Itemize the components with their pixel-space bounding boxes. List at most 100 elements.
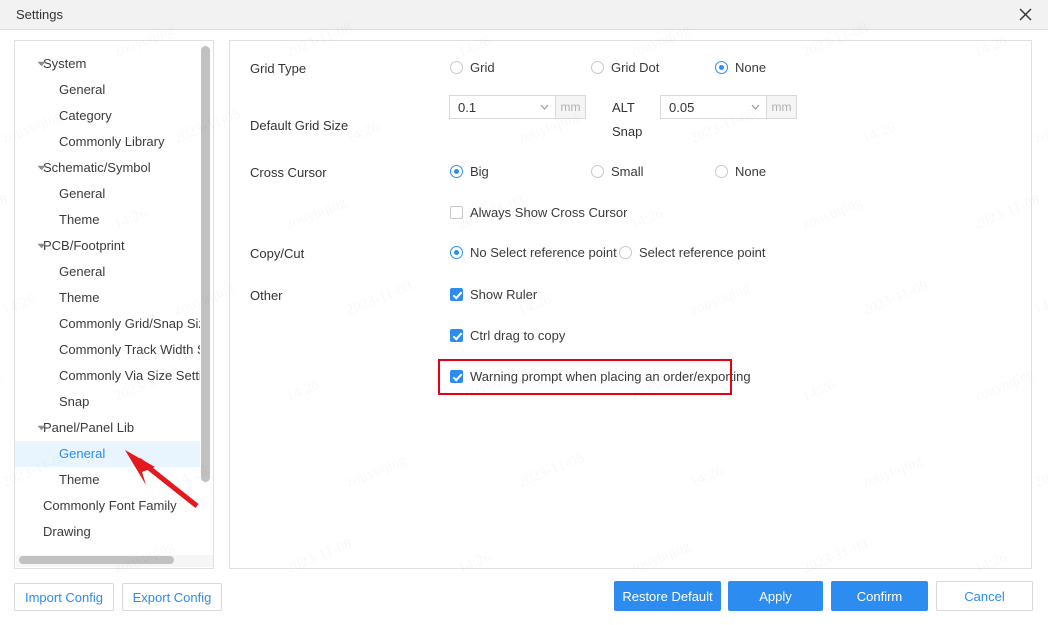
radio-label: Big [470,164,489,179]
default-grid-size-select[interactable]: 0.1 [449,95,556,119]
chevron-down-icon [533,104,555,110]
sidebar-item-commonly-track-width-setting[interactable]: Commonly Track Width Setting [15,337,201,363]
sidebar-item-category[interactable]: Category [15,103,201,129]
cancel-button[interactable]: Cancel [936,581,1033,611]
settings-tree[interactable]: System General Category Commonly Library Sch… [15,41,201,556]
alt-snap-grid-size-unit: mm [767,95,797,119]
sidebar-item-schematic-symbol[interactable]: Schematic/Symbol [15,155,201,181]
chevron-down-icon[interactable] [37,415,46,441]
sidebar-horizontal-scrollbar-thumb[interactable] [19,556,174,564]
page-title: Settings [16,7,63,22]
sidebar-item-general[interactable]: General [15,259,201,285]
sidebar-vertical-scrollbar-thumb[interactable] [201,46,210,482]
sidebar-item-general[interactable]: General [15,441,201,467]
radio-grid-type-none[interactable]: None [715,60,766,75]
radio-indicator [715,61,728,74]
close-icon[interactable] [1002,0,1048,29]
sidebar-vertical-scrollbar-track[interactable] [200,42,212,554]
default-grid-size-label: Default Grid Size [250,118,349,133]
sidebar-item-label: Category [59,108,112,123]
sidebar-item-general[interactable]: General [15,77,201,103]
import-config-button[interactable]: Import Config [14,583,114,611]
sidebar-item-commonly-library[interactable]: Commonly Library [15,129,201,155]
default-grid-size-unit: mm [556,95,586,119]
sidebar-item-commonly-grid-snap-size-setting[interactable]: Commonly Grid/Snap Size Setting [15,311,201,337]
restore-default-button[interactable]: Restore Default [614,581,721,611]
radio-label: Grid [470,60,495,75]
default-grid-size-value: 0.1 [458,99,477,115]
chevron-down-icon [744,104,766,110]
checkbox-indicator [450,206,463,219]
radio-grid-type-grid[interactable]: Grid [450,60,495,75]
sidebar-item-theme[interactable]: Theme [15,207,201,233]
watermark-text: 2023-11-08 [0,192,11,234]
sidebar-item-commonly-via-size-setting[interactable]: Commonly Via Size Setting [15,363,201,389]
watermark-text: zouyuqing [1032,108,1048,147]
confirm-button[interactable]: Confirm [831,581,928,611]
chevron-down-icon[interactable] [37,155,46,181]
apply-button[interactable]: Apply [728,581,823,611]
sidebar-item-label: Commonly Grid/Snap Size Setting [59,316,201,331]
checkbox-warning-prompt-order-export[interactable]: Warning prompt when placing an order/exp… [450,369,751,384]
sidebar-item-theme[interactable]: Theme [15,285,201,311]
sidebar-item-theme[interactable]: Theme [15,467,201,493]
sidebar-item-system[interactable]: System [15,51,201,77]
sidebar-item-panel-panel-lib[interactable]: Panel/Panel Lib [15,415,201,441]
sidebar-item-label: General [59,446,106,461]
other-label: Other [250,288,283,303]
sidebar-item-label: Snap [59,394,90,409]
sidebar-item-commonly-font-family[interactable]: Commonly Font Family [15,493,201,519]
sidebar-item-label: General [59,82,106,97]
sidebar-item-label: Panel/Panel Lib [43,420,135,435]
checkbox-always-show-cross-cursor[interactable]: Always Show Cross Cursor [450,205,628,220]
radio-copy-cut-no-select-reference-point[interactable]: No Select reference point [450,245,617,260]
sidebar-item-label: System [43,56,87,71]
alt-snap-label-line2: Snap [612,124,643,139]
alt-snap-grid-size-select[interactable]: 0.05 [660,95,767,119]
radio-indicator [450,165,463,178]
radio-label: Small [611,164,644,179]
checkbox-ctrl-drag-to-copy[interactable]: Ctrl drag to copy [450,328,565,343]
sidebar-item-label: Commonly Library [59,134,165,149]
radio-cross-cursor-small[interactable]: Small [591,164,644,179]
radio-copy-cut-select-reference-point[interactable]: Select reference point [619,245,765,260]
window-titlebar: Settings [0,0,1048,30]
checkbox-label: Warning prompt when placing an order/exp… [470,369,751,384]
alt-snap-grid-size-value: 0.05 [669,99,695,115]
sidebar-item-label: Drawing [43,524,91,539]
radio-label: No Select reference point [470,245,617,260]
radio-label: None [735,60,767,75]
radio-label: None [735,164,767,179]
checkbox-indicator [450,329,463,342]
sidebar-item-label: Theme [59,472,100,487]
export-config-button[interactable]: Export Config [122,583,222,611]
radio-cross-cursor-none[interactable]: None [715,164,766,179]
sidebar-item-snap[interactable]: Snap [15,389,201,415]
checkbox-label: Show Ruler [470,287,538,302]
sidebar-item-label: Theme [59,290,100,305]
sidebar-item-drawing[interactable]: Drawing [15,519,201,545]
chevron-down-icon[interactable] [37,233,46,259]
radio-grid-type-grid-dot[interactable]: Grid Dot [591,60,659,75]
radio-cross-cursor-big[interactable]: Big [450,164,489,179]
chevron-down-icon[interactable] [37,51,46,77]
sidebar-item-label: General [59,186,106,201]
sidebar-item-general[interactable]: General [15,181,201,207]
copy-cut-label: Copy/Cut [250,246,305,261]
checkbox-label: Always Show Cross Cursor [470,205,628,220]
sidebar-item-label: PCB/Footprint [43,238,125,253]
sidebar-item-label: Commonly Via Size Setting [59,368,201,383]
sidebar-item-label: Theme [59,212,100,227]
radio-label: Grid Dot [611,60,660,75]
watermark-text: zouyuqing [0,366,5,405]
sidebar-item-label: Schematic/Symbol [43,160,151,175]
checkbox-show-ruler[interactable]: Show Ruler [450,287,537,302]
settings-content-panel: Grid Type Grid Grid Dot None Default Gri… [229,40,1032,569]
sidebar-item-pcb-footprint[interactable]: PCB/Footprint [15,233,201,259]
alt-snap-label-line1: ALT [612,100,635,115]
settings-navigation-panel[interactable]: System General Category Commonly Library Sch… [14,40,214,569]
watermark-text: 2023-11-08 [1032,450,1048,492]
radio-indicator [450,246,463,259]
radio-indicator [450,61,463,74]
sidebar-horizontal-scrollbar-track[interactable] [16,555,213,567]
